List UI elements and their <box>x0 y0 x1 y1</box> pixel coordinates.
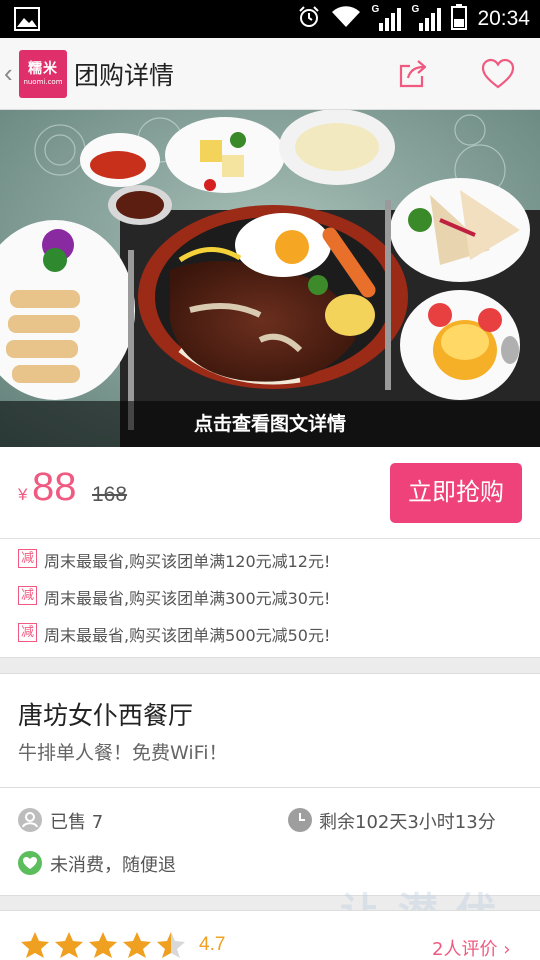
hero-caption[interactable]: 点击查看图文详情 <box>0 401 540 447</box>
heart-icon[interactable] <box>480 56 516 92</box>
discount-tag-icon: 减 <box>18 549 37 568</box>
refund-policy: 未消费，随便退 <box>50 855 176 876</box>
nuomi-logo[interactable]: 糯米 nuomi.com <box>19 50 67 98</box>
share-icon[interactable] <box>396 56 432 92</box>
shop-info[interactable]: 唐坊女仆西餐厅 牛排单人餐！免费WiFi！ <box>0 673 540 788</box>
star-icon <box>55 932 83 958</box>
page-title: 团购详情 <box>74 61 175 90</box>
refund-heart-icon <box>18 851 42 875</box>
rating-row[interactable]: 4.7 2人评价 › <box>0 910 540 960</box>
food-photo <box>0 110 540 447</box>
buy-now-button[interactable]: 立即抢购 <box>390 463 522 523</box>
promotion-text: 周末最最省,购买该团单满120元减12元! <box>44 552 331 571</box>
original-price: 168 <box>92 483 128 506</box>
signal-icon-2: G <box>411 4 442 31</box>
image-icon <box>14 7 40 35</box>
promotion-item: 减 周末最最省,购买该团单满300元减30元! <box>0 578 540 614</box>
review-count: 2人评价 <box>432 939 498 960</box>
star-icon <box>89 932 117 958</box>
star-rating <box>20 931 186 959</box>
rating-score: 4.7 <box>199 934 226 955</box>
shop-name: 唐坊女仆西餐厅 <box>18 701 194 730</box>
promotion-item: 减 周末最最省,购买该团单满500元减50元! <box>0 615 540 651</box>
half-star-icon <box>157 932 185 958</box>
alarm-icon <box>297 5 321 33</box>
battery-icon <box>451 4 468 34</box>
discount-tag-icon: 减 <box>18 623 37 642</box>
star-icon <box>123 932 151 958</box>
deal-hero-image[interactable]: 点击查看图文详情 <box>0 110 540 447</box>
promotion-text: 周末最最省,购买该团单满500元减50元! <box>44 626 331 645</box>
back-icon[interactable]: ‹ <box>4 58 13 89</box>
clock-icon <box>288 808 312 832</box>
app-header: ‹ 糯米 nuomi.com 团购详情 <box>0 38 540 110</box>
chevron-right-icon: › <box>503 939 511 960</box>
price-panel: ¥ 88 168 立即抢购 <box>0 447 540 539</box>
clock-time: 20:34 <box>477 7 530 30</box>
currency-symbol: ¥ <box>18 485 28 504</box>
status-bar: G G 20:34 <box>0 0 540 38</box>
promotion-item: 减 周末最最省,购买该团单满120元减12元! <box>0 541 540 577</box>
signal-icon: G <box>371 4 402 31</box>
user-icon <box>18 808 42 832</box>
current-price: 88 <box>32 465 77 509</box>
logo-domain: nuomi.com <box>23 78 63 86</box>
review-count-link[interactable]: 2人评价 › <box>432 935 510 960</box>
logo-text: 糯米 <box>28 61 58 77</box>
wifi-icon <box>331 5 361 33</box>
deal-description: 牛排单人餐！免费WiFi！ <box>18 742 228 764</box>
promotion-list: 减 周末最最省,购买该团单满120元减12元! 减 周末最最省,购买该团单满30… <box>0 539 540 658</box>
star-icon <box>21 932 49 958</box>
discount-tag-icon: 减 <box>18 586 37 605</box>
time-remaining: 剩余102天3小时13分 <box>319 812 496 833</box>
sold-count: 已售 7 <box>50 812 104 833</box>
promotion-text: 周末最最省,购买该团单满300元减30元! <box>44 589 331 608</box>
